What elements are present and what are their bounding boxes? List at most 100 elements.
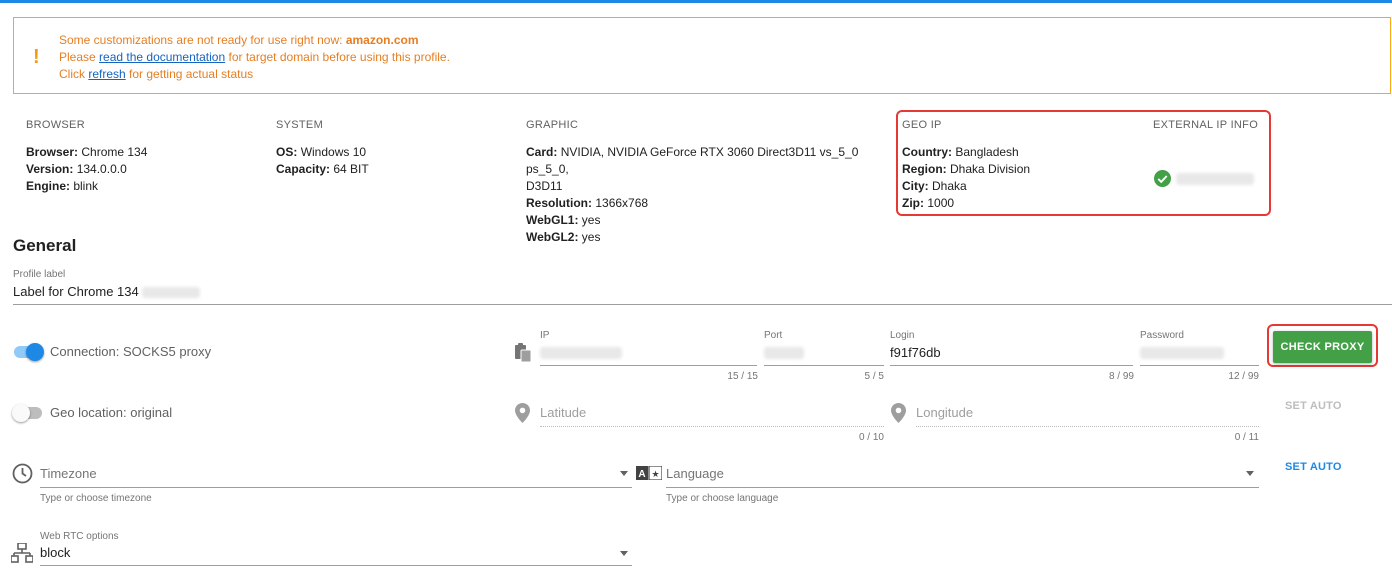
external-ip-section: EXTERNAL IP INFO [1153,117,1258,144]
exclamation-icon: ! [33,46,40,68]
country-value: Bangladesh [955,145,1019,159]
port-underline [764,365,884,366]
resolution-label: Resolution: [526,196,592,210]
ip-input[interactable] [540,347,622,359]
engine-label: Engine: [26,179,70,193]
login-counter: 8 / 99 [1108,371,1134,382]
geo-location-toggle[interactable] [12,404,42,422]
latitude-underline [540,426,884,427]
longitude-counter: 0 / 11 [1234,432,1259,443]
capacity-label: Capacity: [276,162,331,176]
engine-value: blink [73,179,99,193]
webgl2-label: WebGL2: [526,230,579,244]
os-label: OS: [276,145,298,159]
svg-text:★: ★ [651,470,659,480]
login-caption: Login [890,330,915,341]
webgl1-label: WebGL1: [526,213,579,227]
profile-label-underline [13,304,1392,305]
card-value: NVIDIA, NVIDIA GeForce RTX 3060 Direct3D… [526,145,859,176]
warning-banner: ! Some customizations are not ready for … [13,17,1391,94]
ip-counter: 15 / 15 [727,371,758,382]
login-input[interactable]: f91f76db [890,345,941,360]
city-label: City: [902,179,929,193]
capacity-value: 64 BIT [333,162,369,176]
webgl2-value: yes [581,230,601,244]
system-section: SYSTEM OS: Windows 10 Capacity: 64 BIT [276,117,369,178]
longitude-underline [916,426,1259,427]
password-caption: Password [1140,330,1184,341]
zip-value: 1000 [927,196,955,210]
password-underline [1140,365,1259,366]
region-value: Dhaka Division [950,162,1031,176]
top-accent-bar [0,0,1392,3]
browser-value: Chrome 134 [81,145,148,159]
profile-label-caption: Profile label [13,269,66,280]
language-select[interactable]: Language [666,466,724,481]
graphic-section: GRAPHIC Card: NVIDIA, NVIDIA GeForce RTX… [526,117,876,246]
country-label: Country: [902,145,952,159]
geo-location-label: Geo location: original [50,405,173,420]
location-pin-icon [515,403,530,423]
timezone-select[interactable]: Timezone [40,466,97,481]
login-underline [890,365,1133,366]
geo-ip-header: GEO IP [902,119,942,131]
latitude-input[interactable]: Latitude [540,405,586,420]
svg-text:A: A [638,469,645,480]
profile-label-redacted [142,287,201,299]
version-label: Version: [26,162,74,176]
webrtc-caption: Web RTC options [40,531,119,542]
port-input[interactable] [764,347,804,359]
network-icon [11,543,33,563]
longitude-input[interactable]: Longitude [916,405,973,420]
webrtc-select[interactable]: block [40,545,70,560]
chevron-down-icon[interactable] [1246,471,1254,476]
paste-icon[interactable] [514,342,532,362]
zip-label: Zip: [902,196,924,210]
set-auto-geo-button[interactable]: SET AUTO [1285,400,1342,412]
latitude-counter: 0 / 10 [858,432,884,443]
timezone-underline [40,487,632,488]
ip-underline [540,365,757,366]
browser-header: BROWSER [26,119,85,131]
version-value: 134.0.0.0 [76,162,127,176]
ip-caption: IP [540,330,550,341]
timezone-hint: Type or choose timezone [40,493,152,504]
password-input[interactable] [1140,347,1224,359]
external-ip-header: EXTERNAL IP INFO [1153,119,1259,131]
external-ip-value [1176,173,1254,185]
connection-toggle[interactable] [14,343,44,361]
refresh-link[interactable]: refresh [88,67,125,81]
connection-toggle-knob [26,343,44,361]
check-proxy-button[interactable]: CHECK PROXY [1273,331,1372,363]
resolution-value: 1366x768 [595,196,649,210]
os-value: Windows 10 [300,145,367,159]
warning-line3-suffix: for getting actual status [129,67,254,81]
set-auto-language-button[interactable]: SET AUTO [1285,461,1342,473]
check-circle-icon [1154,170,1171,187]
warning-line1: Some customizations are not ready for us… [59,33,343,47]
geo-ip-section: GEO IP Country: Bangladesh Region: Dhaka… [902,117,1030,212]
webrtc-underline [40,565,632,566]
browser-label: Browser: [26,145,79,159]
webgl1-value: yes [581,213,601,227]
warning-line3-prefix: Click [59,67,85,81]
system-header: SYSTEM [276,119,324,131]
warning-line2-prefix: Please [59,50,96,64]
chevron-down-icon[interactable] [620,551,628,556]
port-counter: 5 / 5 [864,371,884,382]
connection-label: Connection: SOCKS5 proxy [50,344,212,359]
warning-line2-suffix: for target domain before using this prof… [228,50,450,64]
chevron-down-icon[interactable] [620,471,628,476]
card-label: Card: [526,145,558,159]
documentation-link[interactable]: read the documentation [99,50,225,64]
language-underline [666,487,1259,488]
clock-icon [12,463,33,484]
location-pin-icon [891,403,906,423]
warning-text: Some customizations are not ready for us… [59,32,450,83]
warning-domain: amazon.com [345,33,419,47]
password-counter: 12 / 99 [1228,371,1259,382]
profile-label-value: Label for Chrome 134 [13,284,139,299]
profile-label-input[interactable]: Label for Chrome 134 [13,284,201,299]
card-value-cont: D3D11 [526,179,563,193]
browser-section: BROWSER Browser: Chrome 134 Version: 134… [26,117,147,195]
